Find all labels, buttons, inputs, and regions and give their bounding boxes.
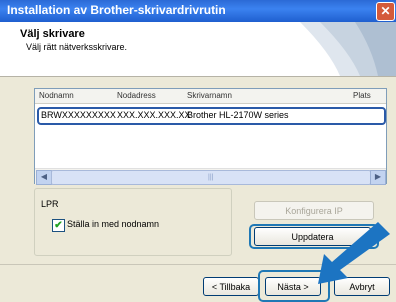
horizontal-scrollbar[interactable]: ◀ ||| ▶ — [35, 168, 386, 185]
header-panel: Välj skrivare Välj rätt nätverksskrivare… — [0, 22, 396, 77]
scroll-left-icon[interactable]: ◀ — [36, 170, 52, 185]
title-bar: Installation av Brother-skrivardrivrutin… — [0, 0, 396, 22]
window-title: Installation av Brother-skrivardrivrutin — [7, 3, 226, 17]
pointer-arrow-icon — [318, 222, 390, 284]
grip-icon: ||| — [208, 174, 214, 181]
set-by-node-name-checkbox[interactable]: ✔ — [52, 219, 65, 232]
column-header-node-address[interactable]: Nodadress — [117, 91, 156, 100]
back-button[interactable]: < Tillbaka — [203, 277, 259, 296]
installer-window: Installation av Brother-skrivardrivrutin… — [0, 0, 396, 302]
list-header: Nodnamn Nodadress Skrivarnamn Plats — [35, 89, 386, 104]
cell-printer-name: Brother HL-2170W series — [187, 110, 289, 120]
cell-node-name: BRWXXXXXXXXX — [41, 110, 116, 120]
checkbox-label[interactable]: Ställa in med nodnamn — [67, 219, 159, 229]
scroll-thumb[interactable]: ||| — [51, 170, 371, 185]
column-header-node-name[interactable]: Nodnamn — [39, 91, 74, 100]
column-header-printer-name[interactable]: Skrivarnamn — [187, 91, 232, 100]
page-subtitle: Välj rätt nätverksskrivare. — [26, 42, 128, 52]
lpr-groupbox: LPR ✔ Ställa in med nodnamn — [34, 188, 232, 256]
printer-list[interactable]: Nodnamn Nodadress Skrivarnamn Plats BRWX… — [34, 88, 387, 185]
banner-graphic — [300, 22, 396, 76]
cell-node-address: XXX.XXX.XXX.XX — [117, 110, 191, 120]
lpr-label: LPR — [41, 199, 59, 209]
close-button[interactable]: ✕ — [376, 2, 395, 21]
scroll-right-icon[interactable]: ▶ — [370, 170, 386, 185]
page-title: Välj skrivare — [20, 28, 85, 40]
column-header-location[interactable]: Plats — [353, 91, 371, 100]
